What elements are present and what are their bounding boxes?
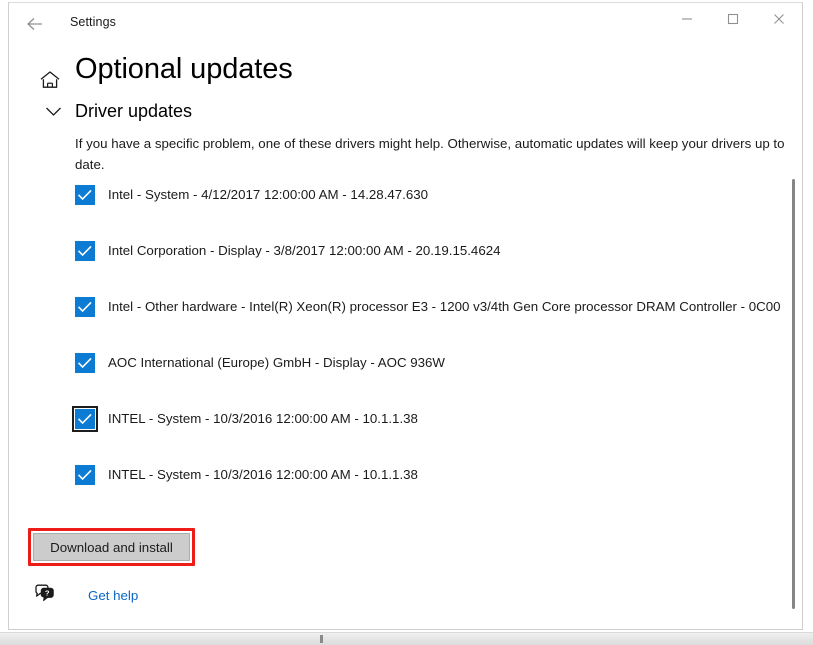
driver-checkbox-wrap bbox=[75, 235, 108, 261]
title-bar: Settings bbox=[9, 3, 802, 43]
window-caption-buttons bbox=[664, 3, 802, 35]
desktop-bottom-strip bbox=[0, 632, 813, 645]
driver-label: INTEL - System - 10/3/2016 12:00:00 AM -… bbox=[108, 459, 789, 485]
driver-checkbox[interactable] bbox=[75, 185, 95, 205]
maximize-button[interactable] bbox=[710, 3, 756, 35]
settings-window: Settings bbox=[8, 2, 803, 630]
get-help-link[interactable]: Get help bbox=[61, 588, 138, 603]
driver-label: Intel Corporation - Display - 3/8/2017 1… bbox=[108, 235, 789, 261]
minimize-button[interactable] bbox=[664, 3, 710, 35]
home-icon[interactable] bbox=[36, 66, 63, 93]
driver-checkbox-wrap bbox=[75, 403, 108, 429]
back-arrow-icon bbox=[26, 16, 44, 32]
driver-list-item[interactable]: Intel - System - 4/12/2017 12:00:00 AM -… bbox=[75, 179, 789, 235]
download-and-install-button[interactable]: Download and install bbox=[33, 533, 190, 561]
driver-checkbox[interactable] bbox=[75, 409, 95, 429]
help-chat-icon: ? bbox=[31, 582, 61, 608]
driver-checkbox[interactable] bbox=[75, 465, 95, 485]
driver-checkbox-wrap bbox=[75, 459, 108, 485]
action-area: Download and install bbox=[9, 527, 802, 573]
vertical-scrollbar[interactable] bbox=[788, 47, 800, 628]
svg-text:?: ? bbox=[45, 588, 50, 597]
taskbar-indicator bbox=[320, 635, 323, 643]
page-title: Optional updates bbox=[75, 53, 293, 86]
driver-label: Intel - Other hardware - Intel(R) Xeon(R… bbox=[108, 291, 789, 317]
close-button[interactable] bbox=[756, 3, 802, 35]
driver-list-item[interactable]: Intel - Other hardware - Intel(R) Xeon(R… bbox=[75, 291, 789, 347]
app-title: Settings bbox=[70, 15, 116, 29]
driver-list-item[interactable]: INTEL - System - 10/3/2016 12:00:00 AM -… bbox=[75, 459, 789, 515]
driver-list-item[interactable]: Intel Corporation - Display - 3/8/2017 1… bbox=[75, 235, 789, 291]
driver-list-item[interactable]: INTEL - System - 10/3/2016 12:00:00 AM -… bbox=[75, 403, 789, 459]
driver-checkbox[interactable] bbox=[75, 297, 95, 317]
chevron-down-icon bbox=[45, 103, 62, 120]
driver-checkbox-wrap bbox=[75, 291, 108, 317]
minimize-icon bbox=[681, 13, 693, 25]
driver-label: INTEL - System - 10/3/2016 12:00:00 AM -… bbox=[108, 403, 789, 429]
back-button[interactable] bbox=[18, 9, 52, 39]
driver-label: Intel - System - 4/12/2017 12:00:00 AM -… bbox=[108, 179, 789, 205]
driver-checkbox[interactable] bbox=[75, 353, 95, 373]
maximize-icon bbox=[727, 13, 739, 25]
driver-checkbox-wrap bbox=[75, 347, 108, 373]
driver-updates-list: Intel - System - 4/12/2017 12:00:00 AM -… bbox=[75, 179, 789, 515]
driver-checkbox-wrap bbox=[75, 179, 108, 205]
driver-updates-section-header[interactable]: Driver updates bbox=[45, 101, 192, 122]
scrollbar-thumb[interactable] bbox=[792, 179, 795, 609]
driver-list-item[interactable]: AOC International (Europe) GmbH - Displa… bbox=[75, 347, 789, 403]
get-help-row[interactable]: ? Get help bbox=[31, 582, 138, 608]
section-description: If you have a specific problem, one of t… bbox=[75, 133, 793, 175]
driver-label: AOC International (Europe) GmbH - Displa… bbox=[108, 347, 789, 373]
driver-checkbox[interactable] bbox=[75, 241, 95, 261]
close-icon bbox=[773, 13, 785, 25]
section-title: Driver updates bbox=[75, 101, 192, 122]
